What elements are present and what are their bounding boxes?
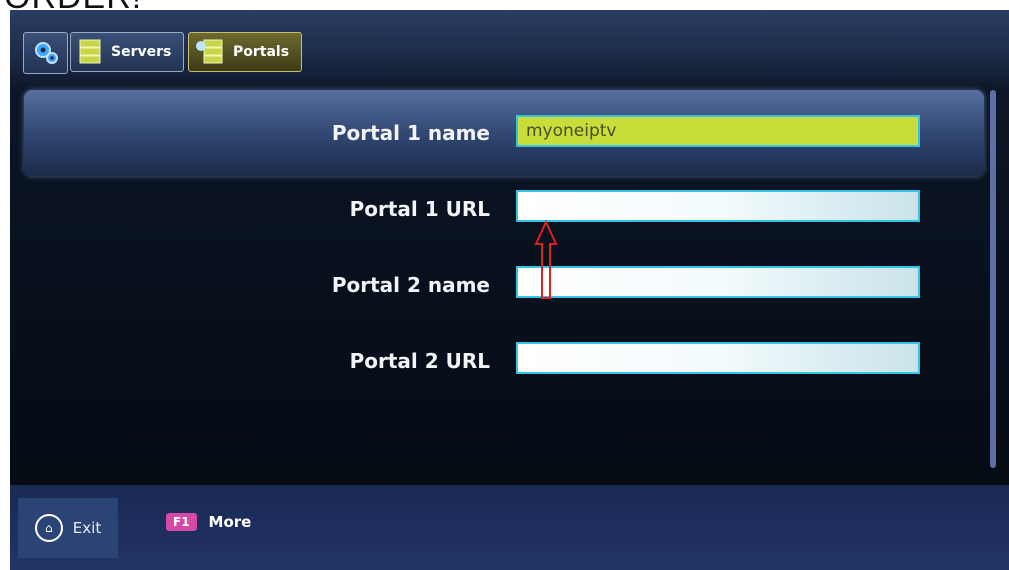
tab-servers[interactable]: Servers (70, 32, 184, 72)
portal1-name-input[interactable]: myoneiptv (516, 115, 920, 147)
more-button[interactable]: F1 More (166, 513, 251, 531)
more-label: More (208, 513, 252, 531)
exit-label: Exit (72, 519, 102, 537)
scrollbar[interactable] (990, 90, 996, 468)
tv-screen: Servers Portals Portal 1 name myoneiptv … (10, 10, 1009, 570)
home-icon: ⌂ (34, 514, 63, 542)
portal1-name-label: Portal 1 name (331, 121, 490, 145)
tab-settings[interactable] (23, 32, 68, 74)
up-arrow-annotation-icon (534, 220, 558, 299)
portal2-name-input[interactable] (516, 266, 920, 298)
portal2-url-input[interactable] (516, 342, 920, 374)
bottom-bar: ⌂ Exit F1 More (10, 485, 1009, 570)
exit-button[interactable]: ⌂ Exit (18, 498, 118, 558)
tab-portals-label: Portals (233, 44, 290, 60)
tab-servers-label: Servers (111, 44, 172, 60)
portal2-url-label: Portal 2 URL (349, 349, 490, 373)
server-icon (79, 39, 101, 64)
tab-portals[interactable]: Portals (188, 32, 302, 72)
portal-settings-list: Portal 1 name myoneiptv Portal 1 URL Por… (10, 90, 985, 490)
portal1-url-label: Portal 1 URL (349, 197, 490, 221)
portal2-name-label: Portal 2 name (331, 273, 490, 297)
portal-server-icon (196, 39, 223, 64)
f1-key-badge: F1 (166, 513, 197, 531)
top-bar: Servers Portals (10, 10, 1009, 90)
portal1-url-input[interactable] (516, 190, 920, 222)
gear-icon (34, 42, 58, 64)
